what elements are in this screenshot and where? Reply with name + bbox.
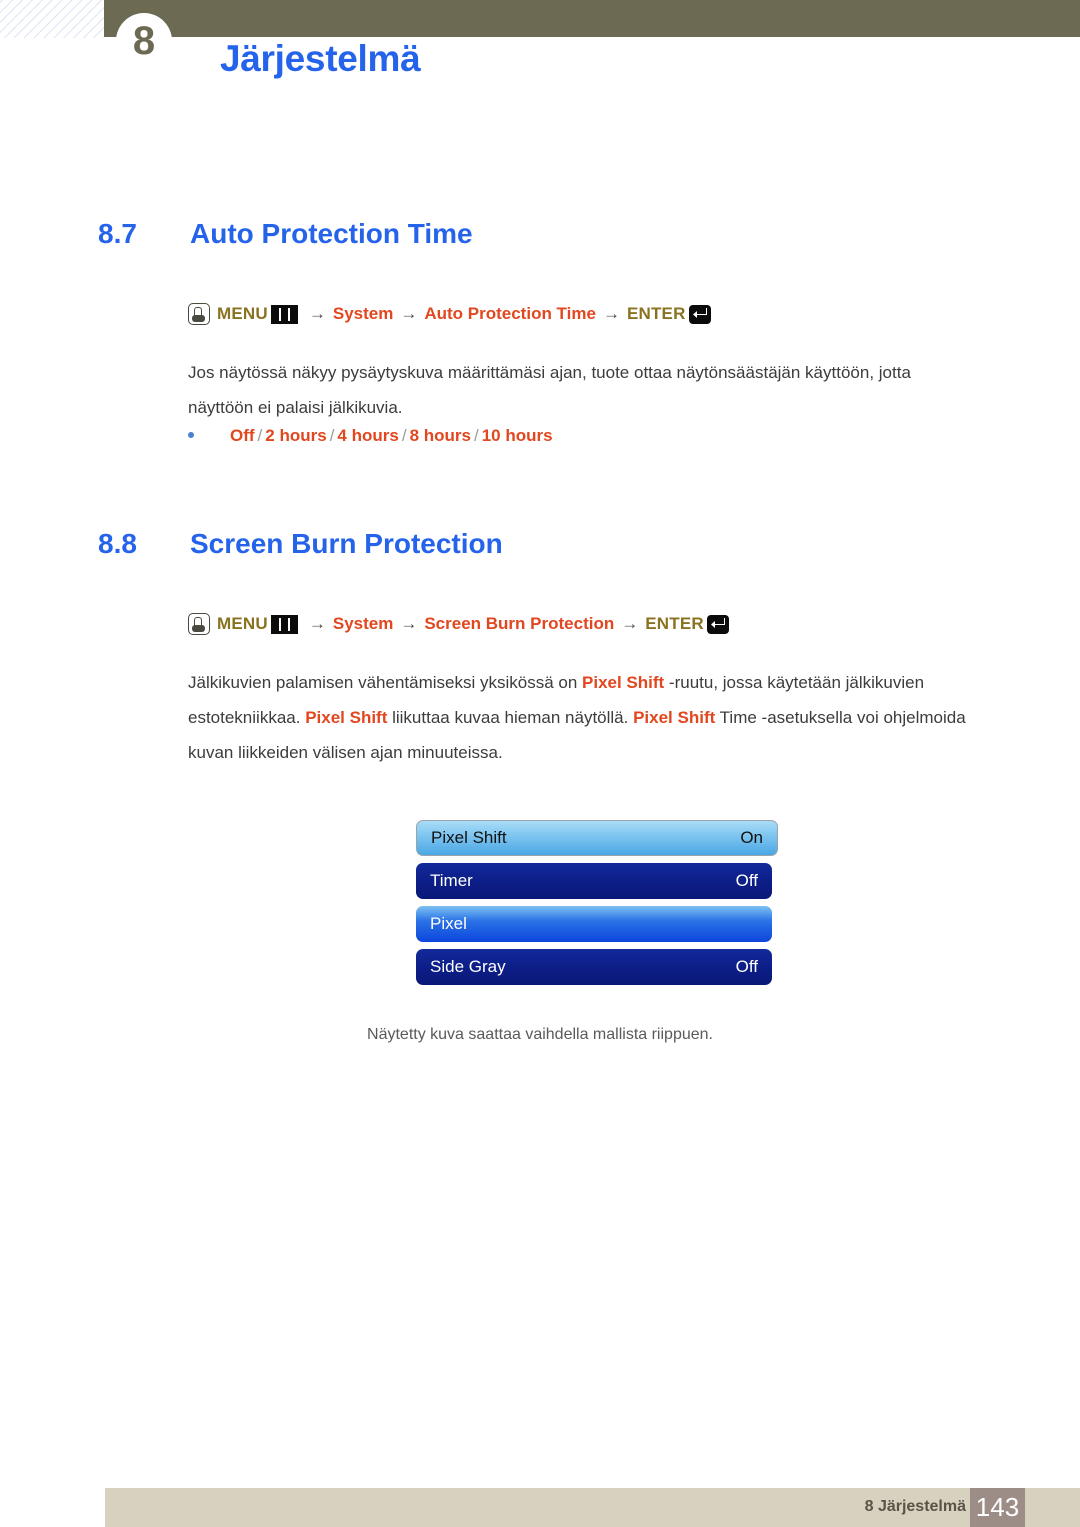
osd-row-value: Off xyxy=(735,871,758,890)
bullet-dot-icon xyxy=(188,432,194,439)
section-paragraph-8-8: Jälkikuvien palamisen vähentämiseksi yks… xyxy=(188,665,978,770)
path-arrow: → xyxy=(308,614,326,633)
menu-path-8-8: MENU → System → Screen Burn Protection →… xyxy=(188,613,729,635)
osd-row-label: Pixel Shift xyxy=(431,828,507,847)
menu-path-item-system: System xyxy=(332,304,394,323)
paragraph-text: Jälkikuvien palamisen vähentämiseksi yks… xyxy=(188,673,583,692)
osd-row-value: On xyxy=(740,828,763,847)
decorative-hatch-corner xyxy=(0,0,104,38)
paragraph-text: liikuttaa kuvaa hieman näytöllä. xyxy=(387,708,634,727)
header-bar xyxy=(104,0,1080,37)
option-separator: / xyxy=(257,426,263,445)
osd-caption: Näytetty kuva saattaa vaihdella mallista… xyxy=(367,1026,713,1043)
section-number: 8.7 xyxy=(98,218,137,249)
footer-page-number: 143 xyxy=(975,1492,1020,1522)
menu-path-item-target: Screen Burn Protection xyxy=(424,614,615,633)
menu-path-8-7: MENU → System → Auto Protection Time → E… xyxy=(188,303,711,325)
osd-row-value: Off xyxy=(735,957,758,976)
option-item: 2 hours xyxy=(265,426,327,445)
page-title: Järjestelmä xyxy=(220,38,421,79)
section-heading-8-7: 8.7 Auto Protection Time xyxy=(98,218,998,250)
path-arrow: → xyxy=(308,304,326,323)
section-paragraph-8-7: Jos näytössä näkyy pysäytyskuva määrittä… xyxy=(188,363,911,417)
osd-row[interactable]: Pixel Shift On xyxy=(416,820,778,856)
option-item: Off xyxy=(230,426,255,445)
section-heading-8-8: 8.8 Screen Burn Protection xyxy=(98,528,998,560)
emphasis-term: Pixel Shift xyxy=(633,708,716,727)
osd-row-label: Timer xyxy=(430,871,473,890)
menu-label: MENU xyxy=(217,304,268,323)
hand-press-icon xyxy=(188,613,210,635)
option-item: 4 hours xyxy=(337,426,399,445)
menu-bars-icon xyxy=(270,614,298,634)
section-number: 8.8 xyxy=(98,528,137,559)
option-item: 8 hours xyxy=(409,426,471,445)
enter-label: ENTER xyxy=(645,614,704,633)
path-arrow: → xyxy=(400,614,418,633)
option-item: 10 hours xyxy=(481,426,553,445)
osd-row[interactable]: Pixel xyxy=(416,906,772,942)
hand-press-icon xyxy=(188,303,210,325)
option-separator: / xyxy=(473,426,479,445)
osd-menu-graphic: Pixel Shift On Timer Off Pixel Side Gray… xyxy=(416,820,778,992)
path-arrow: → xyxy=(400,304,418,323)
menu-bars-icon xyxy=(270,304,298,324)
option-separator: / xyxy=(401,426,407,445)
osd-row-label: Side Gray xyxy=(430,957,506,976)
osd-row[interactable]: Side Gray Off xyxy=(416,949,772,985)
path-arrow: → xyxy=(602,304,620,323)
menu-path-item-target: Auto Protection Time xyxy=(424,304,596,323)
option-list-8-7: Off/2 hours/4 hours/8 hours/10 hours xyxy=(188,426,553,446)
path-arrow: → xyxy=(621,614,639,633)
footer-chapter-label: 8 Järjestelmä xyxy=(864,1498,966,1515)
enter-label: ENTER xyxy=(626,304,686,323)
section-title: Auto Protection Time xyxy=(190,218,473,249)
osd-row[interactable]: Timer Off xyxy=(416,863,772,899)
osd-row-label: Pixel xyxy=(430,914,467,933)
option-separator: / xyxy=(329,426,335,445)
emphasis-term: Pixel Shift xyxy=(582,673,665,692)
menu-label: MENU xyxy=(217,614,268,633)
chapter-number: 8 xyxy=(132,19,156,63)
emphasis-term: Pixel Shift xyxy=(305,708,388,727)
section-title: Screen Burn Protection xyxy=(190,528,503,559)
menu-path-item-system: System xyxy=(332,614,394,633)
enter-return-icon xyxy=(706,614,729,634)
enter-return-icon xyxy=(688,304,711,324)
